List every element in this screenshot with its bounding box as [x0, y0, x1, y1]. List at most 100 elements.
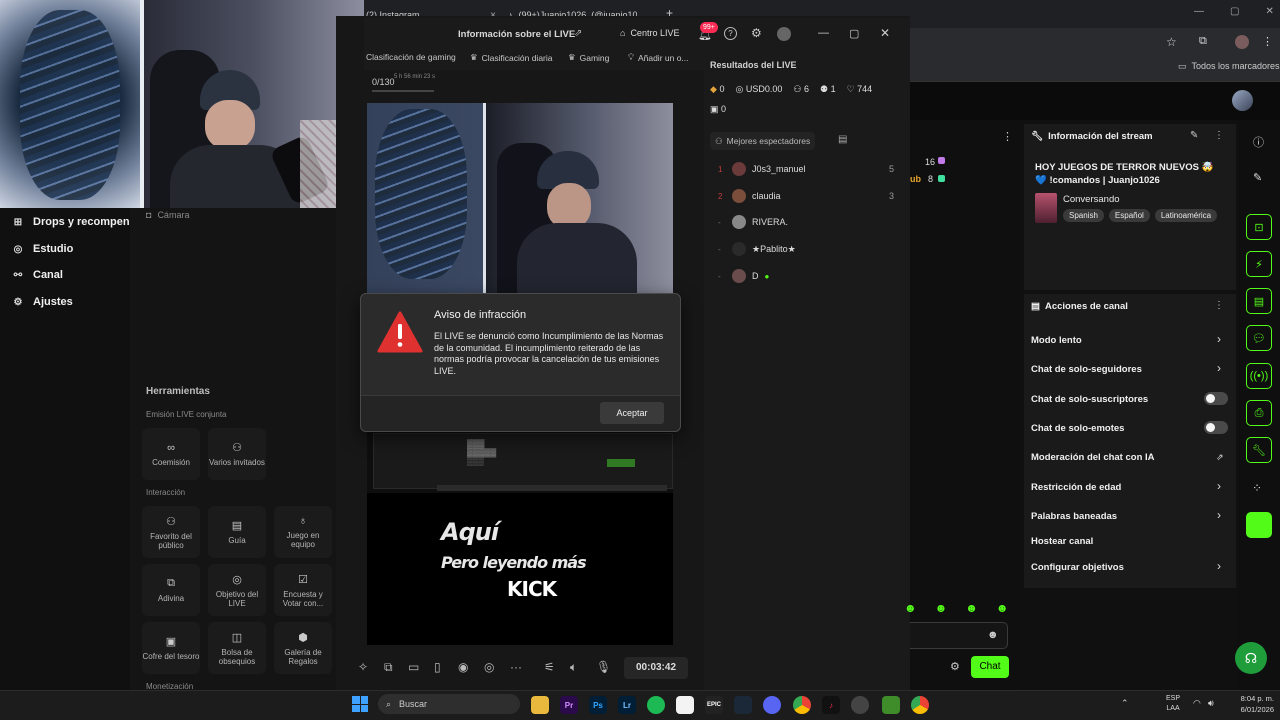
action-subscribers-only[interactable]: Chat de solo-suscriptores: [1031, 394, 1148, 405]
magic-icon[interactable]: ✧: [358, 660, 368, 674]
chevron-right-icon[interactable]: ›: [1217, 332, 1221, 346]
volume-icon[interactable]: 🔊︎: [1208, 698, 1214, 709]
bookmark-star-icon[interactable]: ☆: [1166, 35, 1177, 49]
steam-icon[interactable]: [734, 696, 752, 714]
emote-icon[interactable]: ☻: [935, 601, 948, 615]
chat-bubble-icon[interactable]: 💬︎: [1246, 325, 1272, 351]
minecraft-icon[interactable]: [882, 696, 900, 714]
live-info-title[interactable]: Información sobre el LIVE: [458, 29, 575, 40]
profile-avatar[interactable]: [777, 27, 791, 41]
emote-icon[interactable]: ☻: [904, 601, 917, 615]
action-ai-moderation[interactable]: Moderación del chat con IA: [1031, 452, 1155, 463]
tool-treasure-chest[interactable]: ▣ Cofre del tesoro: [142, 622, 200, 674]
live-center-button[interactable]: ⌂ Centro LIVE: [620, 28, 679, 38]
user-avatar[interactable]: [1232, 90, 1253, 111]
tag[interactable]: Latinoamérica: [1154, 209, 1218, 222]
action-banned-words[interactable]: Palabras baneadas: [1031, 511, 1117, 522]
emote-icon[interactable]: ☻: [965, 601, 978, 615]
screen-icon[interactable]: ▭: [408, 660, 419, 674]
browser-window-controls[interactable]: — ▢ ✕: [1194, 6, 1274, 17]
windows-start-icon[interactable]: [352, 696, 368, 712]
maximize-icon[interactable]: ▢: [1230, 6, 1239, 17]
maximize-icon[interactable]: ▢: [849, 27, 859, 40]
action-host-channel[interactable]: Hostear canal: [1031, 536, 1093, 547]
emote-bar[interactable]: ☻ ☻ ☻ ☻: [904, 601, 1014, 615]
broadcast-icon[interactable]: ((•)): [1246, 363, 1272, 389]
chrome-icon[interactable]: [911, 696, 929, 714]
emotes-only-toggle[interactable]: [1204, 421, 1228, 434]
tool-gift-bag[interactable]: ◫ Bolsa de obsequios: [208, 622, 266, 674]
viewer-row[interactable]: 2 claudia 3: [718, 189, 894, 203]
tool-guess[interactable]: ⧉ Adivina: [142, 564, 200, 616]
app-icon[interactable]: [1246, 512, 1272, 538]
tool-live-goal[interactable]: ◎ Objetivo del LIVE: [208, 564, 266, 616]
chevron-right-icon[interactable]: ›: [1217, 508, 1221, 522]
profile-avatar[interactable]: [1235, 35, 1249, 49]
app-icon[interactable]: [676, 696, 694, 714]
discord-icon[interactable]: [763, 696, 781, 714]
chevron-right-icon[interactable]: ›: [1217, 479, 1221, 493]
lightroom-icon[interactable]: Lr: [618, 696, 636, 714]
accept-button[interactable]: Aceptar: [600, 402, 664, 424]
wrench-icon[interactable]: 🔧︎: [1246, 437, 1272, 463]
more-icon[interactable]: ⋮: [1214, 130, 1224, 141]
tool-multi-guest[interactable]: ⚇ Varios invitados: [208, 428, 266, 480]
tool-fan-favorite[interactable]: ⚇ Favorito del público: [142, 506, 200, 558]
tag-gaming[interactable]: ♛ Gaming: [568, 52, 609, 63]
spotify-icon[interactable]: [647, 696, 665, 714]
viewer-row[interactable]: - RIVERA.: [718, 215, 894, 229]
layout-icon[interactable]: ⧉: [384, 660, 393, 675]
viewer-row[interactable]: - D ●: [718, 269, 894, 283]
more-icon[interactable]: ⋮: [1214, 300, 1224, 311]
subscribers-only-toggle[interactable]: [1204, 392, 1228, 405]
close-window-icon[interactable]: ✕: [880, 26, 890, 40]
gear-icon[interactable]: ⚙: [950, 660, 960, 673]
browser-menu-icon[interactable]: ⋮: [1262, 35, 1273, 48]
premiere-icon[interactable]: Pr: [560, 696, 578, 714]
tag-daily-ranking[interactable]: ♛ Clasificación diaria: [470, 52, 553, 63]
phone-icon[interactable]: ▯: [434, 660, 441, 674]
epic-games-icon[interactable]: EPIC: [705, 696, 723, 714]
photoshop-icon[interactable]: Ps: [589, 696, 607, 714]
effects-icon[interactable]: ◎: [484, 660, 494, 674]
tool-gift-gallery[interactable]: ⬢ Galería de Regalos: [274, 622, 332, 674]
sidebar-item-channel[interactable]: ⚯ Canal: [12, 269, 63, 281]
gear-icon[interactable]: ⚙: [751, 26, 762, 40]
sliders-icon[interactable]: ⚟: [544, 660, 555, 674]
chevron-right-icon[interactable]: ›: [1217, 559, 1221, 573]
action-emotes-only[interactable]: Chat de solo-emotes: [1031, 423, 1124, 434]
info-icon[interactable]: ⓘ: [1253, 134, 1264, 150]
help-icon[interactable]: ?: [724, 27, 737, 40]
scan-icon[interactable]: ⊡: [1246, 214, 1272, 240]
volume-icon[interactable]: 🔈︎: [570, 660, 577, 675]
external-link-icon[interactable]: ⇗: [1216, 452, 1224, 463]
tool-cohost[interactable]: ∞ Coemisión: [142, 428, 200, 480]
address-bar[interactable]: [910, 28, 1280, 56]
action-set-goals[interactable]: Configurar objetivos: [1031, 562, 1124, 573]
more-icon[interactable]: ⋮: [1002, 130, 1013, 143]
tag[interactable]: Español: [1108, 209, 1150, 222]
edit-icon[interactable]: ✎: [1190, 130, 1198, 141]
action-slow-mode[interactable]: Modo lento: [1031, 335, 1082, 346]
obs-icon[interactable]: [851, 696, 869, 714]
extensions-icon[interactable]: ⧉: [1199, 35, 1207, 48]
more-icon[interactable]: ···: [510, 660, 522, 674]
list-icon[interactable]: ▤: [838, 134, 847, 145]
minimize-icon[interactable]: —: [1194, 6, 1204, 17]
tool-team-game[interactable]: ♁ Juego en equipo: [274, 506, 332, 558]
tool-poll[interactable]: ☑ Encuesta y Votar con...: [274, 564, 332, 616]
sidebar-item-settings[interactable]: ⚙ Ajustes: [12, 296, 73, 308]
action-age-restriction[interactable]: Restricción de edad: [1031, 482, 1121, 493]
emote-icon[interactable]: ☻: [996, 601, 1009, 615]
tag-gaming-ranking[interactable]: Clasificación de gaming: [366, 52, 456, 62]
chevron-up-icon[interactable]: ⌃: [1121, 698, 1129, 709]
tag[interactable]: Spanish: [1063, 209, 1104, 222]
nodes-icon[interactable]: ⁘: [1252, 481, 1262, 495]
sidebar-item-drops[interactable]: ⊞ Drops y recompen: [12, 216, 130, 228]
mic-icon[interactable]: 🎙︎: [596, 660, 611, 674]
clock[interactable]: 8:04 p. m. 6/01/2026: [1230, 693, 1274, 715]
minimize-icon[interactable]: —: [818, 27, 829, 39]
support-headset-icon[interactable]: ☊: [1235, 642, 1267, 674]
viewer-row[interactable]: - ★Pablito★: [718, 242, 894, 256]
tag-add[interactable]: 💡︎ Añadir un o...: [628, 52, 689, 63]
